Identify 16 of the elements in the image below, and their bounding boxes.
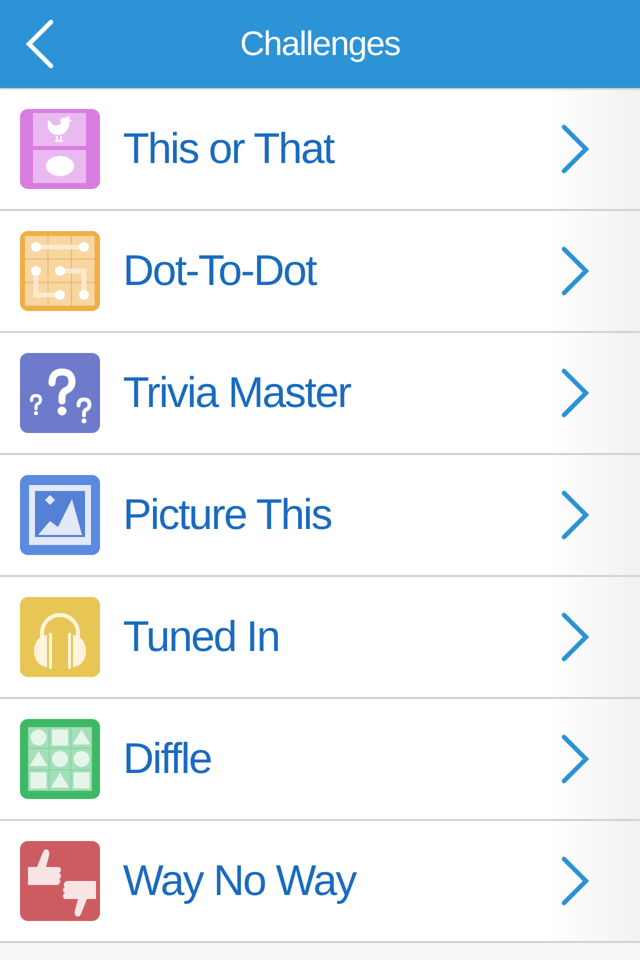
screen-title: Challenges xyxy=(240,27,400,61)
challenge-item[interactable]: Dot-To-Dot xyxy=(0,211,640,333)
challenge-item[interactable]: This or That xyxy=(0,89,640,211)
challenge-item[interactable]: Trivia Master xyxy=(0,333,640,455)
chevron-right-icon xyxy=(560,123,590,175)
back-icon xyxy=(25,18,55,70)
chevron-right-icon xyxy=(560,367,590,419)
challenge-item[interactable]: Tuned In xyxy=(0,577,640,699)
chevron-right-icon xyxy=(560,855,590,907)
chevron-right-icon xyxy=(560,611,590,663)
challenge-item[interactable]: Picture This xyxy=(0,455,640,577)
challenge-item[interactable]: Way No Way xyxy=(0,821,640,943)
chevron-right-icon xyxy=(560,245,590,297)
chevron-right-icon xyxy=(560,489,590,541)
challenge-item[interactable]: Diffle xyxy=(0,699,640,821)
chevron-right-icon xyxy=(560,733,590,785)
